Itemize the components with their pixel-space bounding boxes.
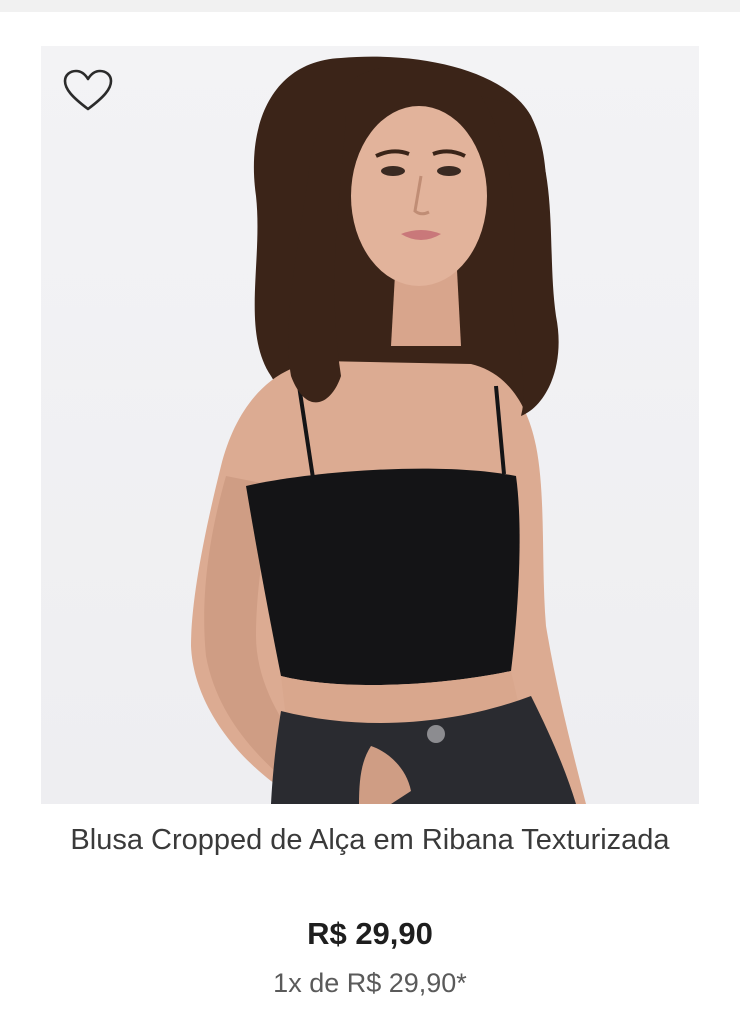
top-divider-strip [0,0,740,12]
wishlist-button[interactable] [61,68,115,114]
product-installments: 1x de R$ 29,90* [273,968,467,998]
jeans-button [427,725,445,743]
product-title[interactable]: Blusa Cropped de Alça em Ribana Texturiz… [60,824,680,856]
product-price: R$ 29,90 [307,916,433,951]
heart-outline-icon [63,69,113,111]
product-card[interactable]: Blusa Cropped de Alça em Ribana Texturiz… [0,12,740,1015]
crop-top [246,468,520,686]
product-image[interactable] [41,46,699,804]
